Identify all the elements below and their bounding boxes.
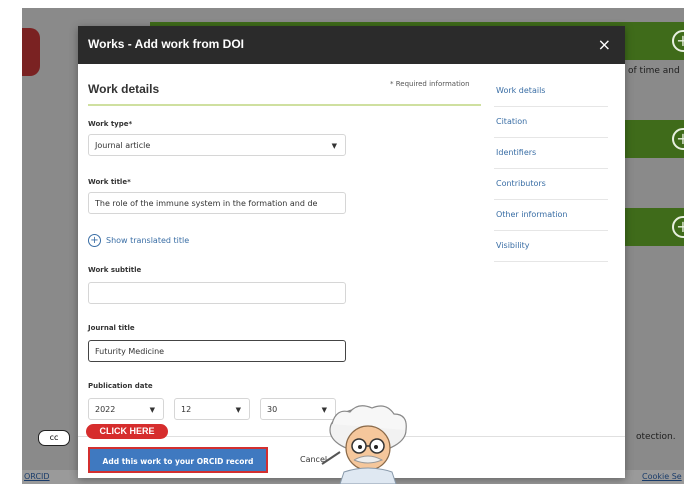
side-nav-item-other-information[interactable]: Other information [494, 200, 608, 231]
publication-month-select[interactable]: 12 ▼ [174, 398, 250, 420]
work-subtitle-input[interactable] [88, 282, 346, 304]
bg-text-right: of time and [628, 66, 680, 76]
chevron-down-icon: ▼ [331, 142, 337, 150]
close-icon[interactable]: × [598, 35, 611, 54]
work-title-input[interactable]: The role of the immune system in the for… [88, 192, 346, 214]
side-nav-item-contributors[interactable]: Contributors [494, 169, 608, 200]
side-nav-item-work-details[interactable]: Work details [494, 76, 608, 107]
plus-circle-icon[interactable]: + [672, 216, 684, 238]
side-nav-item-visibility[interactable]: Visibility [494, 231, 608, 262]
work-title-label: Work title* [88, 178, 131, 186]
work-type-select[interactable]: Journal article ▼ [88, 134, 346, 156]
footer-link-cookie[interactable]: Cookie Se [642, 472, 682, 481]
add-work-button[interactable]: Add this work to your ORCID record [88, 447, 268, 473]
section-title: Work details [88, 82, 160, 96]
show-translated-title-link[interactable]: + Show translated title [88, 234, 189, 247]
required-note: * Required information [390, 80, 470, 88]
plus-circle-icon[interactable]: + [672, 128, 684, 150]
chevron-down-icon: ▼ [149, 406, 155, 414]
mascot-professor [321, 405, 407, 484]
publication-year-select[interactable]: 2022 ▼ [88, 398, 164, 420]
chevron-down-icon: ▼ [235, 406, 241, 414]
work-subtitle-label: Work subtitle [88, 266, 142, 274]
side-nav: Work details Citation Identifiers Contri… [494, 76, 608, 262]
month-value: 12 [181, 405, 192, 414]
plus-circle-icon: + [88, 234, 101, 247]
section-divider [88, 104, 481, 106]
plus-circle-icon[interactable]: + [672, 30, 684, 52]
side-nav-item-identifiers[interactable]: Identifiers [494, 138, 608, 169]
journal-title-label: Journal title [88, 324, 135, 332]
publication-date-label: Publication date [88, 382, 153, 390]
work-type-label: Work type* [88, 120, 133, 128]
bg-text-footer: otection. [636, 432, 676, 442]
show-translated-label: Show translated title [106, 236, 190, 245]
year-value: 2022 [95, 405, 116, 414]
footer-link-orcid[interactable]: ORCID [24, 472, 50, 481]
cc-license-icon: cc [38, 430, 70, 446]
click-here-callout: CLICK HERE [86, 424, 168, 439]
site-logo [22, 28, 40, 76]
dialog-title: Works - Add work from DOI [88, 37, 245, 51]
work-type-value: Journal article [95, 141, 151, 150]
dialog-header: Works - Add work from DOI × [78, 26, 625, 64]
side-nav-item-citation[interactable]: Citation [494, 107, 608, 138]
journal-title-input[interactable]: Futurity Medicine [88, 340, 346, 362]
day-value: 30 [267, 405, 278, 414]
